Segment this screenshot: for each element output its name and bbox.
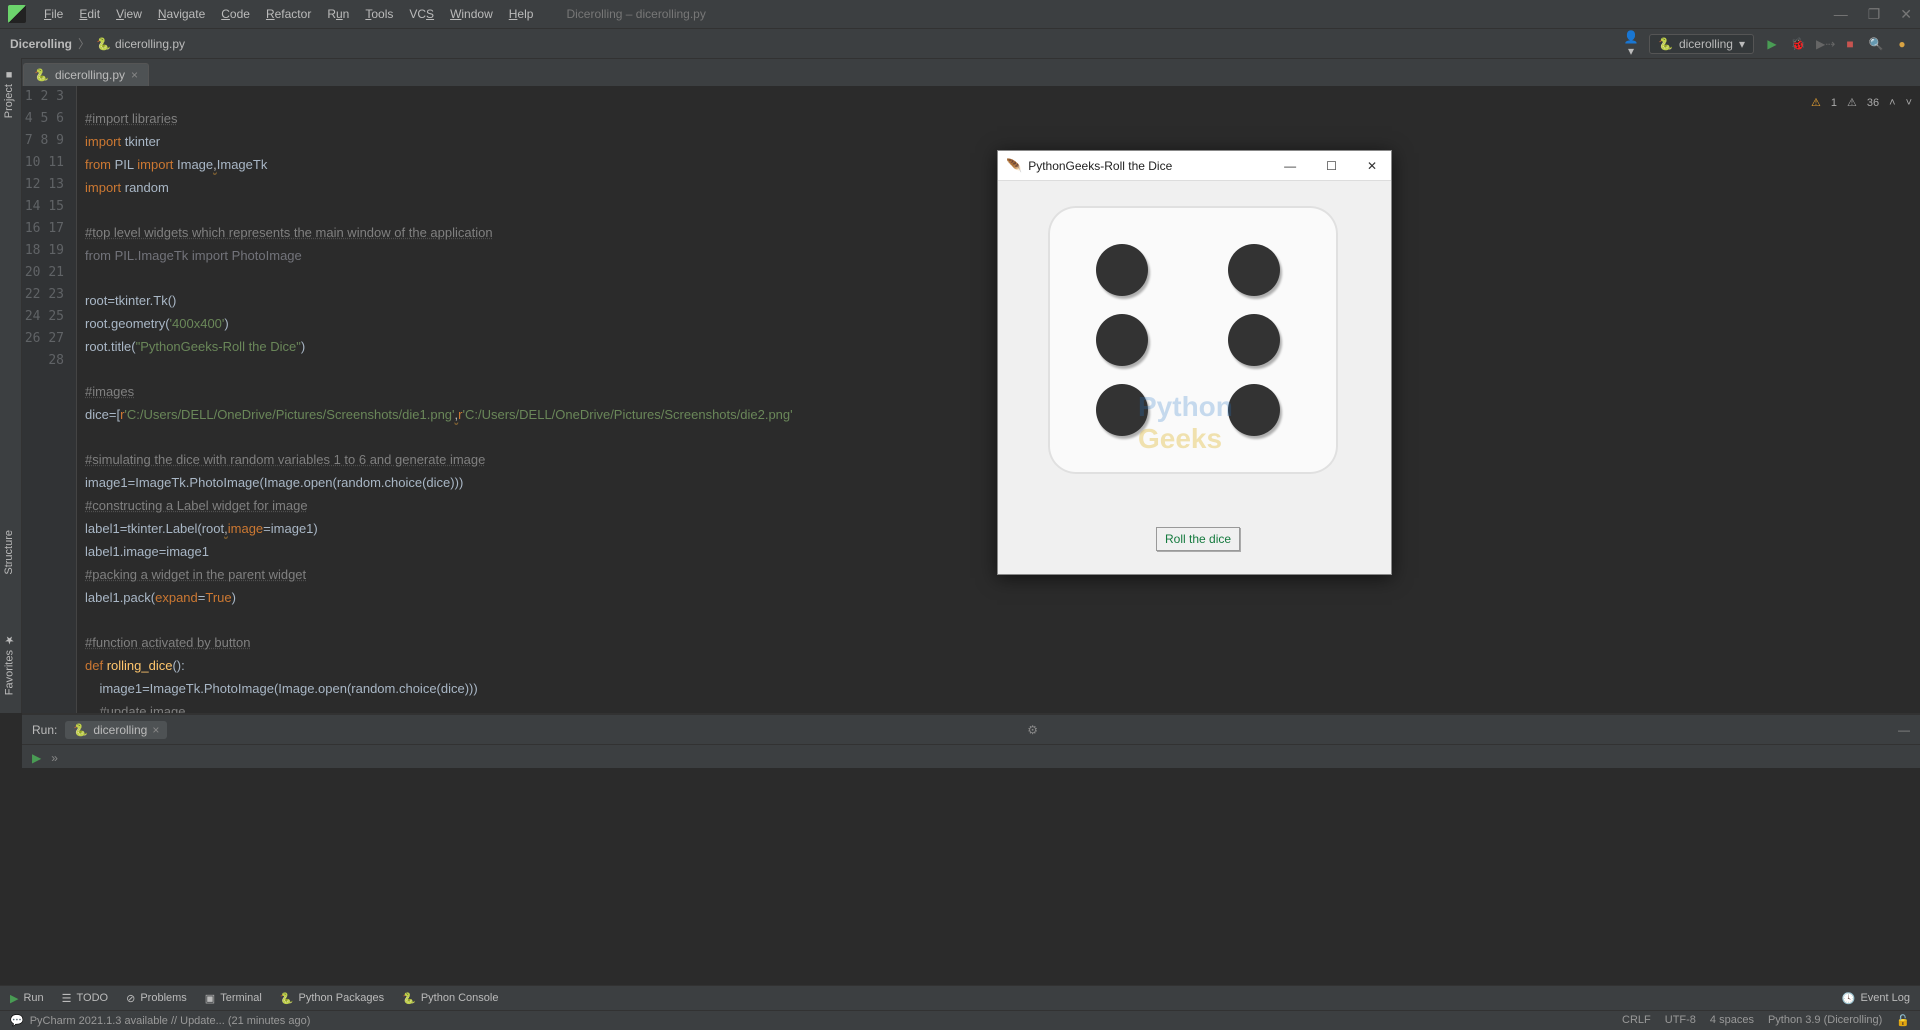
- maximize-icon[interactable]: ❐: [1868, 6, 1881, 23]
- terminal-icon: ▣: [205, 992, 215, 1005]
- run-toolwindow-button[interactable]: ▶Run: [10, 992, 44, 1005]
- run-tab-label: dicerolling: [93, 723, 147, 737]
- structure-toolwindow-button[interactable]: Structure: [0, 522, 18, 583]
- pycharm-logo-icon: [8, 5, 26, 23]
- tab-close-icon[interactable]: ×: [131, 68, 138, 82]
- python-icon: 🐍: [73, 723, 88, 737]
- menu-edit[interactable]: Edit: [71, 3, 108, 25]
- tk-window-title: PythonGeeks-Roll the Dice: [1028, 159, 1172, 173]
- status-indent[interactable]: 4 spaces: [1710, 1014, 1754, 1027]
- run-config-name: dicerolling: [1679, 37, 1733, 51]
- project-toolwindow-button[interactable]: Project ■: [0, 60, 18, 126]
- warning-triangle-icon: ⚠: [1811, 92, 1821, 114]
- left-tool-strip: Project ■ Structure Favorites ★: [0, 58, 22, 713]
- editor-tabs: 🐍 dicerolling.py ×: [0, 58, 1920, 86]
- menu-file[interactable]: File: [36, 3, 71, 25]
- python-icon: 🐍: [402, 992, 416, 1005]
- stop-button-icon[interactable]: ■: [1842, 37, 1858, 51]
- tk-maximize-icon[interactable]: ☐: [1320, 159, 1343, 173]
- python-file-icon: 🐍: [34, 68, 49, 82]
- menu-window[interactable]: Window: [442, 3, 501, 25]
- breadcrumb-project[interactable]: Dicerolling: [10, 37, 72, 51]
- ide-update-icon[interactable]: ●: [1894, 37, 1910, 51]
- breadcrumb-sep-icon: 〉: [78, 35, 90, 52]
- run-tab-close-icon[interactable]: ×: [152, 723, 159, 737]
- user-add-icon[interactable]: 👤▾: [1623, 30, 1639, 58]
- lock-icon[interactable]: 🔓: [1896, 1014, 1910, 1027]
- window-title: Dicerolling – dicerolling.py: [566, 7, 705, 21]
- python-icon: 🐍: [1658, 37, 1673, 51]
- status-interpreter[interactable]: Python 3.9 (Dicerolling): [1768, 1014, 1882, 1027]
- warning-count-1: 1: [1831, 92, 1837, 114]
- editor-tab[interactable]: 🐍 dicerolling.py ×: [23, 63, 149, 86]
- menu-help[interactable]: Help: [501, 3, 542, 25]
- status-line-ending[interactable]: CRLF: [1622, 1014, 1651, 1027]
- debug-button-icon[interactable]: 🐞: [1790, 37, 1806, 51]
- code-editor[interactable]: 1 2 3 4 5 6 7 8 9 10 11 12 13 14 15 16 1…: [22, 86, 1920, 713]
- event-log-button[interactable]: 🕓Event Log: [1842, 992, 1910, 1005]
- run-tool-window: Run: 🐍 dicerolling × ⚙ — ▶ »: [22, 713, 1920, 768]
- warning-circle-icon: ⊘: [126, 992, 135, 1005]
- chevron-down-icon[interactable]: ˅: [1906, 92, 1912, 114]
- problems-toolwindow-button[interactable]: ⊘Problems: [126, 992, 187, 1005]
- run-panel-label: Run:: [32, 723, 57, 737]
- run-button-icon[interactable]: ▶: [1764, 37, 1780, 51]
- tkinter-body: PythonGeeks Roll the dice: [998, 181, 1391, 574]
- run-hide-icon[interactable]: —: [1898, 723, 1910, 737]
- python-packages-button[interactable]: 🐍Python Packages: [280, 992, 384, 1005]
- todo-toolwindow-button[interactable]: ☰TODO: [62, 992, 108, 1005]
- line-gutter: 1 2 3 4 5 6 7 8 9 10 11 12 13 14 15 16 1…: [22, 86, 77, 713]
- eventlog-icon: 🕓: [1842, 992, 1856, 1005]
- python-file-icon: 🐍: [96, 37, 111, 51]
- chevron-up-icon[interactable]: ˄: [1889, 92, 1895, 114]
- chevron-down-icon: ▾: [1739, 37, 1745, 51]
- python-console-button[interactable]: 🐍Python Console: [402, 992, 498, 1005]
- rerun-icon[interactable]: ▶: [32, 751, 41, 765]
- list-icon: ☰: [62, 992, 72, 1005]
- menu-code[interactable]: Code: [213, 3, 258, 25]
- menu-bar: File Edit View Navigate Code Refactor Ru…: [0, 0, 1920, 28]
- run-more-icon[interactable]: »: [51, 751, 58, 765]
- nav-bar: Dicerolling 〉 🐍 dicerolling.py 👤▾ 🐍 dice…: [0, 28, 1920, 58]
- tkinter-app-window[interactable]: 🪶 PythonGeeks-Roll the Dice — ☐ ✕ Python…: [997, 150, 1392, 575]
- play-icon: ▶: [10, 992, 18, 1005]
- menu-refactor[interactable]: Refactor: [258, 3, 319, 25]
- watermark: PythonGeeks: [1138, 391, 1233, 455]
- warning-count-2: 36: [1867, 92, 1879, 114]
- status-bar: 💬 PyCharm 2021.1.3 available // Update..…: [0, 1010, 1920, 1030]
- menu-navigate[interactable]: Navigate: [150, 3, 213, 25]
- tk-close-icon[interactable]: ✕: [1361, 159, 1383, 173]
- status-message[interactable]: PyCharm 2021.1.3 available // Update... …: [30, 1015, 311, 1027]
- bottom-tool-bar: ▶Run ☰TODO ⊘Problems ▣Terminal 🐍Python P…: [0, 985, 1920, 1010]
- tk-feather-icon: 🪶: [1006, 158, 1022, 174]
- run-config-dropdown[interactable]: 🐍 dicerolling ▾: [1649, 34, 1754, 54]
- roll-dice-button[interactable]: Roll the dice: [1156, 527, 1240, 551]
- menu-vcs[interactable]: VCS: [401, 3, 442, 25]
- menu-view[interactable]: View: [108, 3, 150, 25]
- editor-tab-label: dicerolling.py: [55, 68, 125, 82]
- run-tab[interactable]: 🐍 dicerolling ×: [65, 721, 167, 739]
- menu-run[interactable]: Run: [319, 3, 357, 25]
- weak-warning-icon: ⚠: [1847, 92, 1857, 114]
- coverage-icon[interactable]: ▶⇢: [1816, 37, 1832, 51]
- search-icon[interactable]: 🔍: [1868, 37, 1884, 51]
- breadcrumb-file[interactable]: dicerolling.py: [115, 37, 185, 51]
- favorites-toolwindow-button[interactable]: Favorites ★: [0, 625, 19, 703]
- status-update-bubble-icon[interactable]: 💬: [10, 1014, 24, 1027]
- python-icon: 🐍: [280, 992, 294, 1005]
- inspection-widget[interactable]: ⚠ 1 ⚠ 36 ˄ ˅: [1811, 92, 1912, 114]
- dice-image: PythonGeeks: [1048, 206, 1338, 474]
- run-toolbar: ▶ »: [22, 745, 1920, 770]
- status-encoding[interactable]: UTF-8: [1665, 1014, 1696, 1027]
- tkinter-titlebar[interactable]: 🪶 PythonGeeks-Roll the Dice — ☐ ✕: [998, 151, 1391, 181]
- terminal-toolwindow-button[interactable]: ▣Terminal: [205, 992, 262, 1005]
- run-settings-icon[interactable]: ⚙: [1027, 723, 1038, 737]
- close-icon[interactable]: ✕: [1900, 6, 1912, 23]
- minimize-icon[interactable]: —: [1834, 6, 1848, 23]
- menu-tools[interactable]: Tools: [357, 3, 401, 25]
- tk-minimize-icon[interactable]: —: [1278, 159, 1302, 173]
